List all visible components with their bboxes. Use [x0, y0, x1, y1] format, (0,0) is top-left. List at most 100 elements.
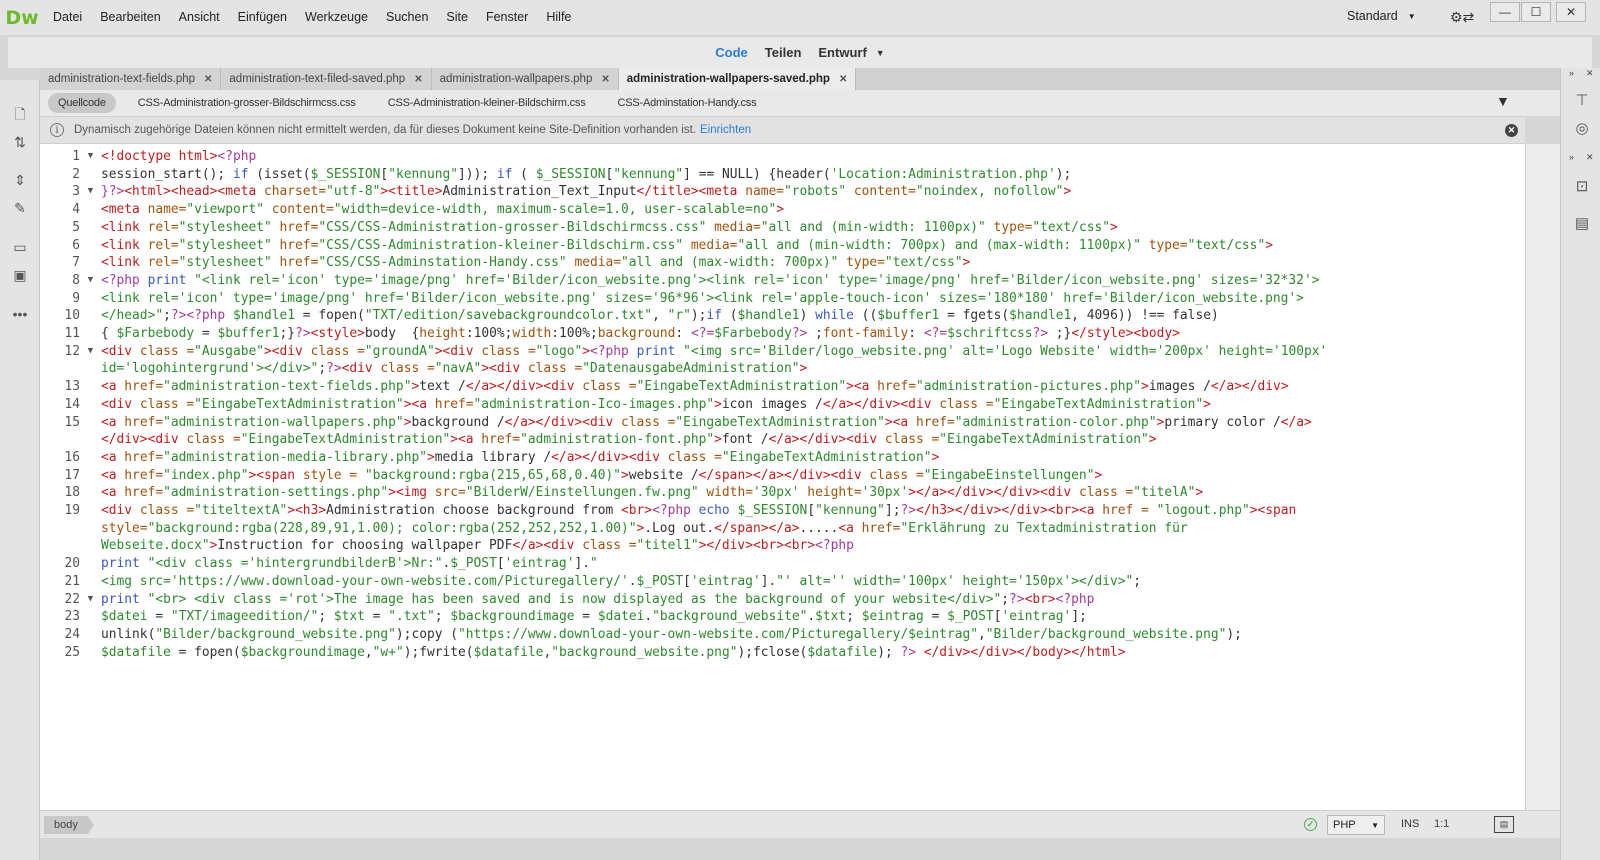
code-line[interactable]: style="background:rgba(228,89,91,1.00); … [40, 520, 1525, 538]
code-line[interactable]: 14 <div class ="EingabeTextAdministration… [40, 396, 1525, 414]
code-line[interactable]: 7 <link rel="stylesheet" href="CSS/CSS-Ad… [40, 254, 1525, 272]
code-line[interactable]: 5 <link rel="stylesheet" href="CSS/CSS-Ad… [40, 219, 1525, 237]
code-line[interactable]: 21 <img src='https://www.download-your-ow… [40, 573, 1525, 591]
minimize-button[interactable]: — [1490, 2, 1520, 22]
code-line[interactable]: id='logohintergrund'></div>";?><div clas… [40, 360, 1525, 378]
snippets-panel-icon[interactable]: ▤ [1569, 213, 1595, 235]
close-window-button[interactable]: ✕ [1556, 2, 1586, 22]
close-icon[interactable]: ✕ [601, 74, 609, 85]
design-view-button[interactable]: Entwurf [818, 45, 866, 60]
code-line[interactable]: </div><div class ="EingabeTextAdministra… [40, 431, 1525, 449]
code-line[interactable]: 13 <a href="administration-text-fields.ph… [40, 378, 1525, 396]
fold-toggle-icon[interactable]: ▼ [80, 343, 101, 361]
dom-panel-icon[interactable]: ⊤ [1569, 90, 1595, 112]
doc-tab[interactable]: administration-text-filed-saved.php ✕ [221, 68, 432, 90]
code-line[interactable]: 12 ▼ <div class ="Ausgabe"><div class ="gr… [40, 343, 1525, 361]
menu-item-werkzeuge[interactable]: Werkzeuge [296, 0, 377, 35]
code-line[interactable]: 25 $datafile = fopen($backgroundimage,"w+… [40, 644, 1525, 662]
code-line[interactable]: 1 ▼ <!doctype html><?php [40, 148, 1525, 166]
remove-comment-icon[interactable]: ▣ [8, 265, 32, 285]
code-line[interactable]: 18 <a href="administration-settings.php">… [40, 484, 1525, 502]
code-token: > [582, 343, 591, 359]
code-line[interactable]: 2 session_start(); if (isset($_SESSION["k… [40, 166, 1525, 184]
tag-selector-body[interactable]: body [44, 816, 94, 834]
code-line[interactable]: 16 <a href="administration-media-library.… [40, 449, 1525, 467]
workspace-layout-select[interactable]: Standard ▼ [1347, 9, 1416, 23]
expand-collapse-icon[interactable]: ⇕ [8, 170, 32, 190]
close-panel-icon[interactable]: ✕ [1586, 152, 1594, 163]
code-line[interactable]: 11{ $Farbebody = $buffer1;}?><style>body… [40, 325, 1525, 343]
code-line[interactable]: 17 <a href="index.php"><span style = "bac… [40, 467, 1525, 485]
code-line[interactable]: 8 ▼ <?php print "<link rel='icon' type='im… [40, 272, 1525, 290]
code-token: "<br> <div class ='rot'>The image has be… [147, 591, 1002, 607]
code-line[interactable]: 24 unlink("Bilder/background_website.png"… [40, 626, 1525, 644]
related-file-item[interactable]: CSS-Adminstation-Handy.css [608, 93, 767, 113]
close-icon[interactable]: ✕ [414, 74, 422, 85]
filter-icon[interactable]: ▼ [1496, 93, 1510, 109]
line-number [40, 360, 80, 378]
more-options-icon[interactable]: ••• [8, 304, 32, 324]
fold-toggle-icon[interactable]: ▼ [80, 148, 101, 166]
chevron-down-icon[interactable]: ▼ [876, 48, 885, 58]
collapse-panel-icon[interactable]: » [1569, 68, 1574, 78]
menu-item-site[interactable]: Site [437, 0, 477, 35]
code-editor[interactable]: 1 ▼ <!doctype html><?php 2 session_start(); … [40, 144, 1525, 810]
menu-item-fenster[interactable]: Fenster [477, 0, 537, 35]
code-line[interactable]: 23 $datei = "TXT/imageedition/"; $txt = "… [40, 608, 1525, 626]
editor-scrollbar[interactable] [1525, 144, 1560, 810]
code-line[interactable]: 4 <meta name="viewport" content="width=de… [40, 201, 1525, 219]
code-line[interactable]: Webseite.docx">Instruction for choosing … [40, 537, 1525, 555]
menu-item-datei[interactable]: Datei [44, 0, 91, 35]
cc-libraries-icon[interactable]: ◎ [1569, 118, 1595, 140]
file-management-icon[interactable]: ⇅ [8, 132, 32, 152]
code-line[interactable]: 15 <a href="administration-wallpapers.php… [40, 414, 1525, 432]
insert-mode[interactable]: INS [1401, 818, 1419, 830]
fold-toggle-icon[interactable]: ▼ [80, 591, 101, 609]
code-line[interactable]: 10 </head>";?><?php $handle1 = fopen("TXT… [40, 307, 1525, 325]
live-preview-icon[interactable]: ▤ [1494, 816, 1514, 833]
fold-toggle-icon[interactable]: ▼ [80, 272, 101, 290]
close-icon[interactable]: ✕ [204, 74, 212, 85]
code-line[interactable]: 19 <div class ="titeltextA"><h3>Administr… [40, 502, 1525, 520]
related-file-source[interactable]: Quellcode [48, 93, 116, 113]
related-file-item[interactable]: CSS-Administration-grosser-Bildschirmcss… [128, 93, 366, 113]
open-documents-icon[interactable]: 🗋 [8, 104, 32, 124]
close-panel-icon[interactable]: ✕ [1586, 68, 1594, 79]
close-icon[interactable]: ✕ [839, 74, 847, 85]
menu-item-hilfe[interactable]: Hilfe [537, 0, 580, 35]
code-token: media= [566, 255, 622, 271]
code-token: </span></a> [714, 520, 800, 536]
maximize-button[interactable]: ☐ [1521, 2, 1551, 22]
doc-tab-active[interactable]: administration-wallpapers-saved.php ✕ [618, 68, 857, 90]
code-token: id='logohintergrund'></div>" [101, 361, 319, 377]
split-view-button[interactable]: Teilen [765, 45, 802, 60]
setup-site-link[interactable]: Einrichten [700, 124, 751, 136]
related-file-item[interactable]: CSS-Administration-kleiner-Bildschirm.cs… [378, 93, 596, 113]
code-line[interactable]: 9 <link rel='icon' type='image/png' href=… [40, 290, 1525, 308]
code-token: ><a [884, 414, 916, 430]
format-source-icon[interactable]: ✎ [8, 198, 32, 218]
menu-item-suchen[interactable]: Suchen [377, 0, 437, 35]
code-text: <!doctype html><?php [101, 148, 256, 166]
code-line[interactable]: 6 <link rel="stylesheet" href="CSS/CSS-Ad… [40, 237, 1525, 255]
menu-item-ansicht[interactable]: Ansicht [170, 0, 229, 35]
code-token: 'eintrag' [504, 556, 575, 572]
fold-toggle-icon[interactable]: ▼ [80, 183, 101, 201]
apply-comment-icon[interactable]: ▭ [8, 237, 32, 257]
menu-item-einfuegen[interactable]: Einfügen [229, 0, 296, 35]
insert-panel-icon[interactable]: ⊡ [1569, 176, 1595, 198]
fold-gutter [80, 608, 101, 626]
code-token: "' alt='' width='100px' height='150px'><… [776, 573, 1134, 589]
code-token: ; [1133, 573, 1142, 589]
close-icon[interactable]: ✕ [1505, 124, 1518, 137]
menu-item-bearbeiten[interactable]: Bearbeiten [91, 0, 169, 35]
code-line[interactable]: 22 ▼ print "<br> <div class ='rot'>The ima… [40, 591, 1525, 609]
code-line[interactable]: 20 print "<div class ='hintergrundbilderB… [40, 555, 1525, 573]
doc-tab[interactable]: administration-wallpapers.php ✕ [431, 68, 619, 90]
sync-settings-icon[interactable]: ⚙⇄ [1450, 9, 1474, 27]
code-view-button[interactable]: Code [715, 45, 748, 60]
doc-tab[interactable]: administration-text-fields.php ✕ [40, 68, 222, 90]
document-type-select[interactable]: PHP ▼ [1327, 815, 1385, 835]
collapse-panel-icon[interactable]: » [1569, 152, 1574, 162]
code-line[interactable]: 3 ▼}?><html><head><meta charset="utf-8"><… [40, 183, 1525, 201]
